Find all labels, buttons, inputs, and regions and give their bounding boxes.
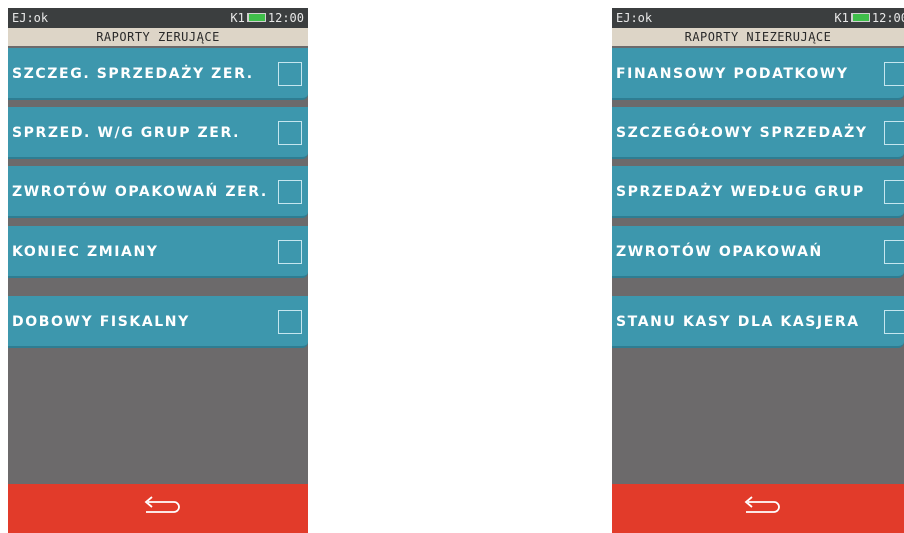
menu-item-sprzedazy-wedlug-grup[interactable]: SPRZEDAŻY WEDŁUG GRUP bbox=[612, 166, 904, 218]
menu-item-label: SPRZED. W/G GRUP ZER. bbox=[12, 125, 241, 141]
menu-item-label: STANU KASY DLA KASJERA bbox=[616, 314, 860, 330]
menu-item-label: SZCZEGÓŁOWY SPRZEDAŻY bbox=[616, 125, 868, 141]
menu-item-sprzed-wg-grup-zer[interactable]: SPRZED. W/G GRUP ZER. bbox=[8, 107, 308, 159]
battery-icon bbox=[246, 13, 266, 22]
left-screen: EJ:ok K1 12:00 RAPORTY ZERUJĄCE SZCZEG. S… bbox=[8, 8, 308, 533]
clock: 12:00 bbox=[267, 11, 304, 25]
menu-item-label: SPRZEDAŻY WEDŁUG GRUP bbox=[616, 184, 865, 200]
ej-status: EJ:ok bbox=[12, 11, 49, 25]
bottom-bar bbox=[612, 484, 904, 533]
back-arrow-icon[interactable] bbox=[740, 496, 780, 518]
menu-item-label: SZCZEG. SPRZEDAŻY ZER. bbox=[12, 66, 254, 82]
k-indicator: K1 bbox=[834, 11, 849, 25]
menu-item-dobowy-fiskalny[interactable]: DOBOWY FISKALNY bbox=[8, 296, 308, 348]
right-screen: EJ:ok K1 12:00 RAPORTY NIEZERUJĄCE FINANS… bbox=[612, 8, 904, 533]
clock: 12:00 bbox=[871, 11, 904, 25]
checkbox[interactable] bbox=[884, 310, 904, 334]
checkbox[interactable] bbox=[884, 240, 904, 264]
status-bar: EJ:ok K1 12:00 bbox=[612, 8, 904, 28]
checkbox[interactable] bbox=[278, 62, 302, 86]
menu-item-stanu-kasy-dla-kasjera[interactable]: STANU KASY DLA KASJERA bbox=[612, 296, 904, 348]
checkbox[interactable] bbox=[278, 310, 302, 334]
menu-item-szczegolowy-sprzedazy[interactable]: SZCZEGÓŁOWY SPRZEDAŻY bbox=[612, 107, 904, 159]
status-bar: EJ:ok K1 12:00 bbox=[8, 8, 308, 28]
k-indicator: K1 bbox=[230, 11, 245, 25]
back-arrow-icon[interactable] bbox=[140, 496, 180, 518]
menu-item-label: FINANSOWY PODATKOWY bbox=[616, 66, 849, 82]
battery-icon bbox=[850, 13, 870, 22]
status-right: K1 12:00 bbox=[230, 8, 304, 28]
checkbox[interactable] bbox=[884, 121, 904, 145]
checkbox[interactable] bbox=[278, 121, 302, 145]
menu-item-zwrotow-opakowan[interactable]: ZWROTÓW OPAKOWAŃ bbox=[612, 226, 904, 278]
menu-item-zwrotow-opakowan-zer[interactable]: ZWROTÓW OPAKOWAŃ ZER. bbox=[8, 166, 308, 218]
menu-item-finansowy-podatkowy[interactable]: FINANSOWY PODATKOWY bbox=[612, 48, 904, 100]
menu-item-szczeg-sprzedazy-zer[interactable]: SZCZEG. SPRZEDAŻY ZER. bbox=[8, 48, 308, 100]
bottom-bar bbox=[8, 484, 308, 533]
menu-item-koniec-zmiany[interactable]: KONIEC ZMIANY bbox=[8, 226, 308, 278]
menu-item-label: ZWROTÓW OPAKOWAŃ bbox=[616, 244, 823, 260]
checkbox[interactable] bbox=[278, 240, 302, 264]
menu-item-label: KONIEC ZMIANY bbox=[12, 244, 159, 260]
menu-item-label: ZWROTÓW OPAKOWAŃ ZER. bbox=[12, 184, 268, 200]
page-title: RAPORTY ZERUJĄCE bbox=[8, 28, 308, 46]
status-right: K1 12:00 bbox=[834, 8, 904, 28]
menu-item-label: DOBOWY FISKALNY bbox=[12, 314, 190, 330]
checkbox[interactable] bbox=[884, 62, 904, 86]
checkbox[interactable] bbox=[278, 180, 302, 204]
ej-status: EJ:ok bbox=[616, 11, 653, 25]
page-title: RAPORTY NIEZERUJĄCE bbox=[612, 28, 904, 46]
checkbox[interactable] bbox=[884, 180, 904, 204]
